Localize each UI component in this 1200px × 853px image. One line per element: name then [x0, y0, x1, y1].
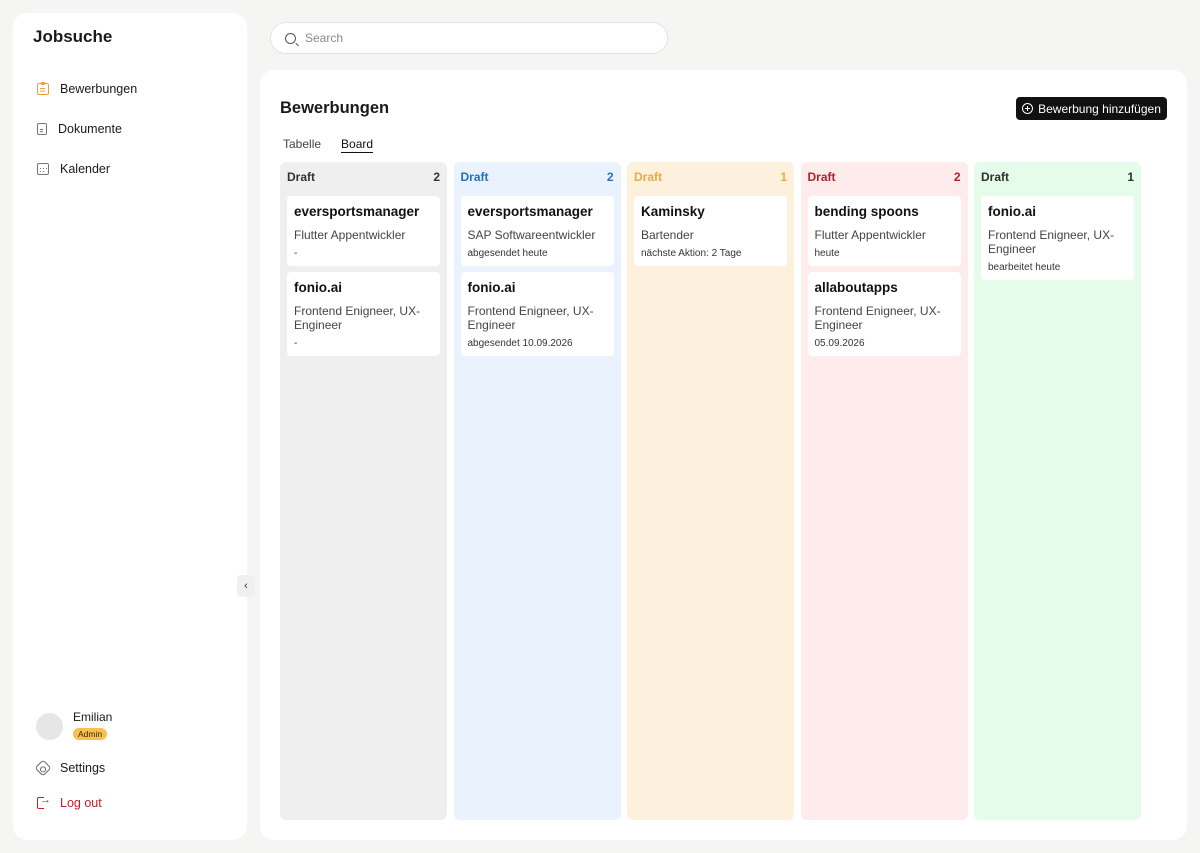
card-role: SAP Softwareentwickler [467, 228, 596, 242]
kanban-board: Draft 2 eversportsmanager Flutter Appentwic… [280, 162, 1148, 820]
tab-board[interactable]: Board [341, 137, 374, 153]
column-title: Draft [287, 170, 316, 184]
user-profile[interactable]: Emilian Admin [36, 710, 112, 742]
settings-button[interactable]: Settings [34, 759, 106, 777]
chevron-left-icon: ‹ [244, 580, 248, 592]
column-title: Draft [634, 170, 663, 184]
application-card[interactable]: fonio.ai Frontend Enigneer, UX-Engineer - [287, 272, 440, 356]
card-company: fonio.ai [294, 280, 342, 295]
calendar-icon [37, 163, 49, 175]
sidebar-item-dokumente[interactable]: Dokumente [13, 109, 247, 149]
card-role: Flutter Appentwickler [294, 228, 406, 242]
card-status: - [294, 338, 298, 349]
card-company: fonio.ai [988, 204, 1036, 219]
application-card[interactable]: allaboutapps Frontend Enigneer, UX-Engine… [807, 272, 961, 356]
column-header: Draft 2 [287, 169, 440, 196]
card-role: Frontend Enigneer, UX-Engineer [988, 228, 1115, 256]
card-company: fonio.ai [467, 280, 516, 295]
column-title: Draft [460, 170, 489, 184]
card-company: Kaminsky [641, 204, 705, 219]
column-count: 2 [606, 170, 614, 184]
application-card[interactable]: fonio.ai Frontend Enigneer, UX-Engineer be… [981, 196, 1134, 280]
clipboard-icon [37, 82, 49, 95]
application-card[interactable]: Kaminsky Bartender nächste Aktion: 2 Tage [634, 196, 787, 266]
tab-tabelle[interactable]: Tabelle [283, 137, 321, 153]
plus-circle-icon [1022, 103, 1034, 114]
column-header: Draft 1 [981, 169, 1134, 196]
app-title: Jobsuche [33, 27, 113, 46]
card-status: 05.09.2026 [814, 338, 865, 349]
card-status: - [294, 248, 298, 259]
sidebar-item-kalender[interactable]: Kalender [13, 149, 247, 189]
board-column: Draft 2 bending spoons Flutter Appentwickle… [800, 162, 968, 820]
sidebar: Jobsuche Bewerbungen Dokumente Kalender … [13, 13, 247, 840]
application-card[interactable]: eversportsmanager SAP Softwareentwickler a… [460, 196, 614, 266]
sidebar-nav: Bewerbungen Dokumente Kalender [13, 69, 247, 189]
sidebar-item-label: Dokumente [58, 122, 122, 136]
search-icon [285, 32, 296, 44]
card-status: heute [814, 248, 840, 259]
add-application-button[interactable]: Bewerbung hinzufügen [1016, 97, 1167, 120]
logout-icon [37, 794, 51, 809]
board-column: Draft 2 eversportsmanager SAP Softwareentwi… [453, 162, 621, 820]
application-card[interactable]: bending spoons Flutter Appentwickler heute [807, 196, 961, 266]
column-title: Draft [981, 170, 1010, 184]
card-role: Frontend Enigneer, UX-Engineer [467, 304, 594, 332]
column-count: 2 [953, 170, 961, 184]
page-title: Bewerbungen [280, 99, 390, 117]
main-panel: Bewerbungen Bewerbung hinzufügen Tabelle… [260, 70, 1187, 840]
card-status: abgesendet 10.09.2026 [467, 338, 573, 349]
column-header: Draft 2 [461, 169, 614, 196]
user-name: Emilian [73, 710, 113, 724]
search-bar[interactable] [270, 22, 668, 54]
application-card[interactable]: eversportsmanager Flutter Appentwickler - [287, 196, 440, 266]
card-status: nächste Aktion: 2 Tage [641, 248, 742, 259]
sidebar-item-label: Kalender [60, 162, 111, 176]
application-card[interactable]: fonio.ai Frontend Enigneer, UX-Engineer ab… [460, 272, 614, 356]
card-role: Frontend Enigneer, UX-Engineer [294, 304, 421, 332]
logout-button[interactable]: Log out [37, 794, 102, 810]
card-role: Flutter Appentwickler [814, 228, 926, 242]
board-column: Draft 1 Kaminsky Bartender nächste Aktion: 2… [627, 162, 794, 820]
column-count: 1 [1127, 170, 1134, 184]
card-status: bearbeitet heute [988, 262, 1061, 273]
card-role: Bartender [641, 228, 694, 242]
search-input[interactable] [305, 31, 635, 45]
logout-label: Log out [60, 796, 102, 810]
board-column: Draft 1 fonio.ai Frontend Enigneer, UX-Engi… [974, 162, 1141, 820]
card-status: abgesendet heute [467, 248, 548, 259]
settings-label: Settings [60, 761, 106, 775]
card-company: eversportsmanager [294, 204, 420, 219]
document-icon [37, 123, 47, 135]
gear-icon [34, 759, 52, 777]
card-company: allaboutapps [814, 280, 898, 295]
column-header: Draft 1 [634, 169, 787, 196]
card-company: eversportsmanager [467, 204, 593, 219]
board-column: Draft 2 eversportsmanager Flutter Appentwic… [280, 162, 447, 820]
sidebar-item-bewerbungen[interactable]: Bewerbungen [13, 69, 247, 109]
column-count: 1 [780, 170, 787, 184]
column-title: Draft [807, 170, 836, 184]
add-application-label: Bewerbung hinzufügen [1038, 101, 1161, 116]
sidebar-item-label: Bewerbungen [60, 82, 138, 96]
collapse-sidebar-button[interactable]: ‹ [237, 575, 255, 597]
view-tabs: Tabelle Board [283, 137, 393, 153]
card-company: bending spoons [814, 204, 919, 219]
column-header: Draft 2 [808, 169, 961, 196]
role-badge: Admin [73, 728, 108, 740]
avatar [36, 712, 63, 740]
column-count: 2 [433, 170, 440, 184]
card-role: Frontend Enigneer, UX-Engineer [814, 304, 941, 332]
